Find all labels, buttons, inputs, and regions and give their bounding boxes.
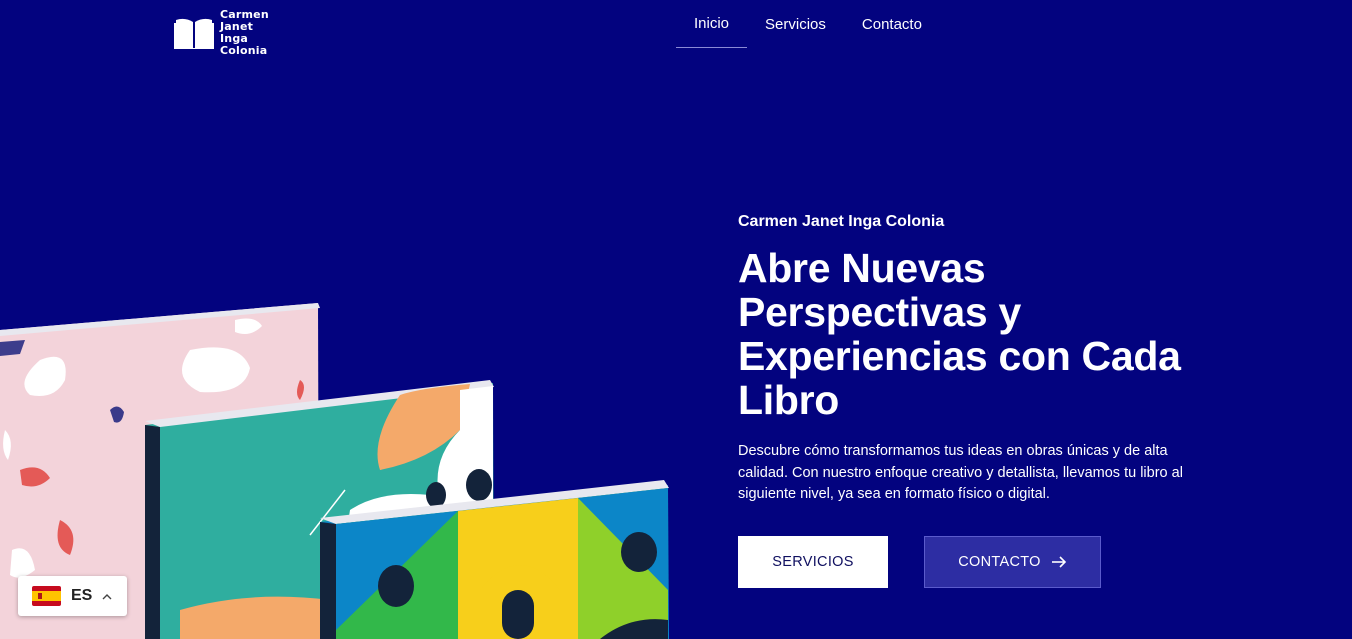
arrow-right-icon <box>1051 555 1066 568</box>
servicios-button[interactable]: SERVICIOS <box>738 535 888 588</box>
contacto-button-label: CONTACTO <box>958 553 1041 570</box>
spain-flag-icon <box>32 586 61 606</box>
chevron-up-icon <box>102 593 112 599</box>
language-switcher[interactable]: ES <box>18 576 127 616</box>
contacto-button[interactable]: CONTACTO <box>924 535 1101 588</box>
open-book-icon <box>174 18 214 49</box>
language-code: ES <box>71 587 93 604</box>
site-logo[interactable]: Carmen Janet Inga Colonia <box>174 9 269 57</box>
hero-eyebrow: Carmen Janet Inga Colonia <box>738 213 945 230</box>
nav-item-inicio[interactable]: Inicio <box>676 0 748 48</box>
hero-headline: Abre Nuevas Perspectivas y Experiencias … <box>738 245 1181 423</box>
nav-item-contacto[interactable]: Contacto <box>844 0 940 48</box>
logo-text: Carmen Janet Inga Colonia <box>220 9 269 57</box>
hero-section: Carmen Janet Inga Colonia Abre Nuevas Pe… <box>738 211 1198 588</box>
cta-row: SERVICIOS CONTACTO <box>738 535 1198 588</box>
nav-item-servicios[interactable]: Servicios <box>747 0 844 48</box>
main-nav: Inicio Servicios Contacto <box>676 0 940 48</box>
logo-line-4: Colonia <box>220 44 268 57</box>
servicios-button-label: SERVICIOS <box>772 553 854 570</box>
hero-description: Descubre cómo transformamos tus ideas en… <box>738 443 1183 502</box>
page: Carmen Janet Inga Colonia Inicio Servici… <box>0 0 1352 639</box>
